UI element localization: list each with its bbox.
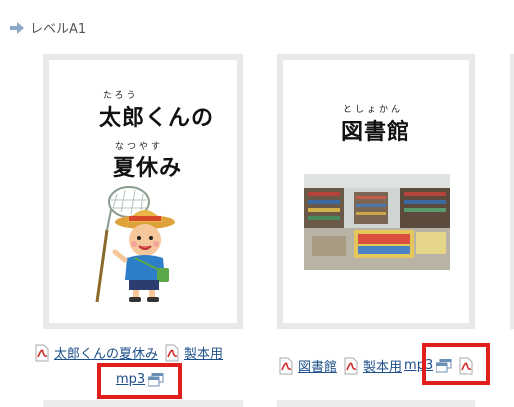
library-photo: [304, 174, 450, 270]
book-card-library[interactable]: としょかん 図書館: [277, 54, 475, 329]
next-row-card-edge: [43, 400, 243, 407]
bookbinding-link[interactable]: 製本用: [184, 343, 223, 362]
book-cover-library[interactable]: としょかん 図書館: [283, 60, 469, 323]
book-cover-taro[interactable]: たろう 太郎くんの なつやす 夏休み: [49, 60, 237, 323]
pdf-icon: [165, 344, 179, 361]
highlight-box: [422, 343, 490, 385]
bookbinding-link[interactable]: 製本用: [363, 356, 402, 375]
cover-title: 図書館: [341, 120, 411, 145]
book-links-taro: 太郎くんの夏休み 製本用: [34, 343, 223, 362]
highlight-box: [97, 363, 182, 399]
book-pdf-link[interactable]: 太郎くんの夏休み: [54, 343, 158, 362]
boy-with-net-illustration: [95, 186, 175, 303]
pdf-icon: [344, 357, 358, 374]
book-card-next[interactable]: [510, 54, 514, 329]
level-title: レベルA1: [30, 22, 87, 37]
pdf-icon: [35, 344, 49, 361]
pdf-icon: [279, 357, 293, 374]
cover-title-line2: 夏休み: [113, 156, 183, 181]
book-pdf-link[interactable]: 図書館: [298, 356, 337, 375]
next-row-card-edge: [277, 400, 475, 407]
arrow-right-icon: [10, 21, 24, 34]
cover-title-line1: 太郎くんの: [99, 106, 215, 131]
level-heading: レベルA1: [10, 18, 86, 37]
book-card-taro[interactable]: たろう 太郎くんの なつやす 夏休み: [43, 54, 243, 329]
